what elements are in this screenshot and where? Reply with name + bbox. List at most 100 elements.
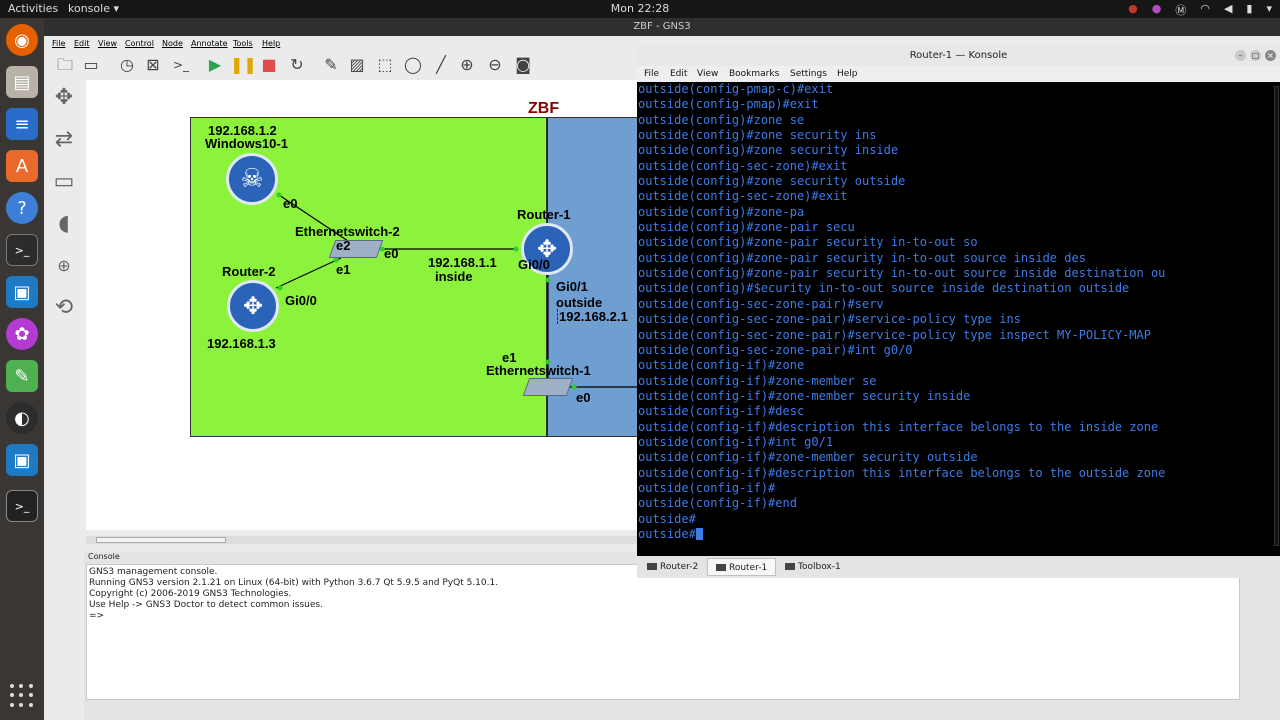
router-1-gi01-label[interactable]: Gi0/1	[556, 279, 588, 294]
tab-router-1[interactable]: Router-1	[707, 558, 777, 576]
konsole-menu-edit[interactable]: Edit	[670, 69, 687, 79]
konsole-menu-view[interactable]: View	[697, 69, 718, 79]
screenshot-icon[interactable]: ◙	[512, 54, 534, 76]
canvas-horizontal-scrollbar[interactable]	[86, 536, 638, 544]
vmware-icon[interactable]: ▣	[6, 444, 38, 476]
app-menu-konsole[interactable]: konsole ▾	[68, 2, 119, 15]
open-project-icon[interactable]: ▭	[80, 54, 102, 76]
reload-all-icon[interactable]: ↻	[286, 54, 308, 76]
console-prompt[interactable]: =>	[89, 611, 1237, 622]
browse-security-devices-icon[interactable]: ◖	[50, 210, 78, 238]
console-all-icon[interactable]: >_	[170, 54, 192, 76]
menu-annotate[interactable]: Annotate	[191, 39, 228, 48]
konsole-menu-settings[interactable]: Settings	[790, 69, 827, 79]
show-interface-labels-icon[interactable]: ⊠	[142, 54, 164, 76]
record-icon[interactable]: ●	[1128, 2, 1138, 18]
draw-rectangle-icon[interactable]: ⬚	[374, 54, 396, 76]
router-arrows-icon: ✥	[242, 292, 264, 320]
activities-button[interactable]: Activities	[8, 2, 58, 15]
tab-toolbox-1[interactable]: Toolbox-1	[777, 558, 849, 576]
user-icon[interactable]: Ⓜ	[1175, 2, 1186, 18]
media-icon[interactable]: ◐	[6, 402, 38, 434]
ethernetswitch-2-e2-label[interactable]: e2	[336, 238, 350, 253]
draw-line-icon[interactable]: ╱	[430, 54, 452, 76]
router-2-gi00-label[interactable]: Gi0/0	[285, 293, 317, 308]
new-project-icon[interactable]: 🗀	[54, 54, 76, 76]
show-applications-icon[interactable]	[10, 684, 34, 708]
maximize-icon[interactable]: □	[1250, 50, 1261, 61]
software-icon[interactable]: A	[6, 150, 38, 182]
windows10-1-e0-label[interactable]: e0	[283, 196, 297, 211]
volume-icon[interactable]: ◀	[1224, 2, 1232, 18]
add-note-icon[interactable]: ✎	[320, 54, 342, 76]
windows10-1-name[interactable]: Windows10-1	[205, 136, 288, 151]
terminal-icon[interactable]: >_	[6, 234, 38, 266]
browse-end-devices-icon[interactable]: ▭	[50, 168, 78, 196]
outside-zone-label[interactable]: outside	[556, 295, 602, 310]
notes-icon[interactable]: ✎	[6, 360, 38, 392]
stop-all-icon[interactable]: ■	[258, 54, 280, 76]
add-link-icon[interactable]: ⟲	[50, 294, 78, 322]
konsole-menu-bookmarks[interactable]: Bookmarks	[729, 69, 779, 79]
menu-edit[interactable]: Edit	[74, 39, 90, 48]
terminal-line: outside(config)#zone security inside	[638, 143, 899, 158]
scrollbar-thumb[interactable]	[96, 537, 226, 543]
zoom-in-icon[interactable]: ⊕	[456, 54, 478, 76]
router-1-name[interactable]: Router-1	[517, 207, 570, 222]
browse-routers-icon[interactable]: ⊕	[50, 252, 78, 280]
tab-router-2[interactable]: Router-2	[639, 558, 706, 576]
ethernetswitch-1-node[interactable]	[522, 378, 574, 396]
help-icon[interactable]: ?	[6, 192, 38, 224]
terminal-line: outside#	[638, 511, 696, 526]
scrollbar-thumb[interactable]	[1274, 86, 1279, 546]
ethernetswitch-2-e0-label[interactable]: e0	[384, 246, 398, 261]
draw-ellipse-icon[interactable]: ◯	[402, 54, 424, 76]
ethernetswitch-2-name[interactable]: Ethernetswitch-2	[295, 224, 400, 239]
battery-icon[interactable]: ▮	[1246, 2, 1252, 18]
router-1-gi00-label[interactable]: Gi0/0	[518, 257, 550, 272]
menu-view[interactable]: View	[98, 39, 117, 48]
router-2-node[interactable]: ✥	[227, 280, 279, 332]
inside-zone-label[interactable]: inside	[435, 269, 473, 284]
ethernetswitch-1-name[interactable]: Ethernetswitch-1	[486, 363, 591, 378]
insert-picture-icon[interactable]: ▨	[346, 54, 368, 76]
console-output[interactable]: GNS3 management console. Running GNS3 ver…	[86, 564, 1240, 700]
suspend-all-icon[interactable]: ❚❚	[230, 54, 257, 76]
menu-help[interactable]: Help	[262, 39, 280, 48]
ethernetswitch-2-e1-label[interactable]: e1	[336, 262, 350, 277]
writer-icon[interactable]: ≡	[6, 108, 38, 140]
clock[interactable]: Mon 22:28	[0, 2, 1280, 15]
router-2-ip[interactable]: 192.168.1.3	[207, 336, 276, 351]
menu-tools[interactable]: Tools	[233, 39, 253, 48]
terminal-output[interactable]: outside(config-pmap-c)#exit outside(confi…	[637, 82, 1273, 556]
browse-all-devices-icon[interactable]: ✥	[50, 84, 78, 112]
close-icon[interactable]: ×	[1265, 50, 1276, 61]
zoom-out-icon[interactable]: ⊖	[484, 54, 506, 76]
konsole-menu-help[interactable]: Help	[837, 69, 858, 79]
topology-canvas[interactable]: ZBF ☠ 192.168.1.2 Windows10-1 e0 Etherne…	[86, 80, 638, 530]
browse-switches-icon[interactable]: ⇄	[50, 126, 78, 154]
gns3-icon[interactable]: ✿	[6, 318, 38, 350]
firefox-icon[interactable]: ◉	[6, 24, 38, 56]
menu-node[interactable]: Node	[162, 39, 183, 48]
minimize-icon[interactable]: –	[1235, 50, 1246, 61]
wifi-icon[interactable]: ◠	[1200, 2, 1210, 18]
start-all-icon[interactable]: ▶	[204, 54, 226, 76]
outside-ip-label[interactable]: 192.168.2.1	[557, 309, 628, 324]
menu-file[interactable]: File	[52, 39, 65, 48]
windows10-1-node[interactable]: ☠	[226, 153, 278, 205]
menu-control[interactable]: Control	[125, 39, 154, 48]
files-icon[interactable]: ▤	[6, 66, 38, 98]
inside-ip-label[interactable]: 192.168.1.1	[428, 255, 497, 270]
ethernetswitch-1-e0-label[interactable]: e0	[576, 390, 590, 405]
snapshot-icon[interactable]: ◷	[116, 54, 138, 76]
konsole-menu-file[interactable]: File	[644, 69, 659, 79]
system-menu-chevron-icon[interactable]: ▾	[1266, 2, 1272, 18]
console-line: Running GNS3 version 2.1.21 on Linux (64…	[89, 578, 499, 588]
virtualbox-icon[interactable]: ▣	[6, 276, 38, 308]
gns3-toolbar: 🗀 ▭ ◷ ⊠ >_ ▶ ❚❚ ■ ↻ ✎ ▨ ⬚ ◯ ╱ ⊕ ⊖ ◙	[44, 52, 644, 78]
router-2-name[interactable]: Router-2	[222, 264, 275, 279]
terminal-scrollbar[interactable]	[1273, 82, 1280, 556]
konsole-icon[interactable]: >_	[6, 490, 38, 522]
app-indicator-icon[interactable]: ●	[1152, 2, 1162, 18]
